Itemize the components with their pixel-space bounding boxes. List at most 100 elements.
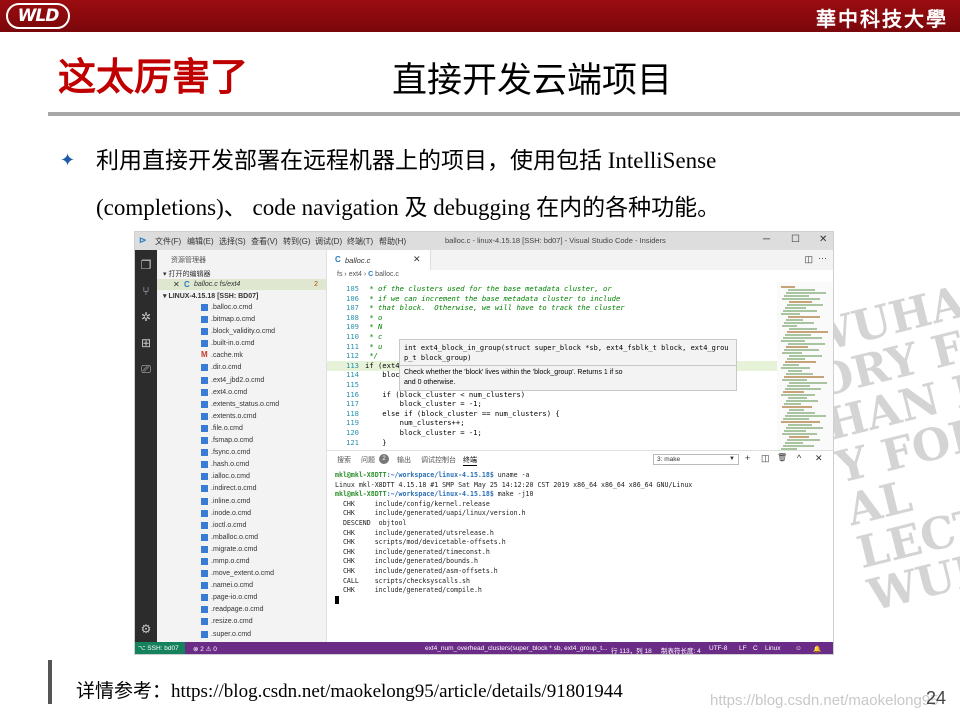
panel-tab-terminal[interactable]: 终端 xyxy=(463,455,477,466)
file-tree-item[interactable]: .extents_status.o.cmd xyxy=(157,399,326,411)
split-terminal-icon[interactable]: ◫ xyxy=(761,453,770,464)
file-icon xyxy=(201,570,208,578)
minimap[interactable] xyxy=(777,282,833,450)
file-tree-item[interactable]: .migrate.o.cmd xyxy=(157,544,326,556)
terminal-text: make -j10 xyxy=(493,490,534,499)
file-tree-item[interactable]: .built-in.o.cmd xyxy=(157,338,326,350)
file-tree-item[interactable]: .block_validity.o.cmd xyxy=(157,326,326,338)
file-tree-item[interactable]: .fsmap.o.cmd xyxy=(157,435,326,447)
menu-edit[interactable]: 编辑(E) xyxy=(187,236,214,247)
source-control-icon[interactable]: ⑂ xyxy=(139,284,153,298)
encoding[interactable]: UTF-8 xyxy=(709,645,727,652)
maximize-panel-icon[interactable]: ^ xyxy=(797,453,801,463)
file-tree-item[interactable]: .page-io.o.cmd xyxy=(157,592,326,604)
remote-explorer-icon[interactable]: ⎚ xyxy=(139,362,153,376)
extensions-icon[interactable]: ⊞ xyxy=(139,336,153,350)
close-window-button[interactable]: ✕ xyxy=(819,234,827,245)
file-tree-item[interactable]: .ext4.o.cmd xyxy=(157,387,326,399)
minimap-line xyxy=(787,331,828,333)
panel-tab-output[interactable]: 输出 xyxy=(397,455,411,465)
tab-balloc-c[interactable]: C balloc.c ✕ xyxy=(327,250,431,270)
cursor-position[interactable]: 行 113，列 18 xyxy=(611,645,652,654)
file-tree-item[interactable]: .hash.o.cmd xyxy=(157,459,326,471)
file-tree-item[interactable]: .inode.o.cmd xyxy=(157,508,326,520)
breadcrumb-file[interactable]: balloc.c xyxy=(375,271,399,278)
language-mode[interactable]: C xyxy=(753,645,758,652)
file-tree-item[interactable]: .bitmap.o.cmd xyxy=(157,314,326,326)
open-editors-header[interactable]: ▾ 打开的编辑器 xyxy=(163,269,210,279)
minimap-line xyxy=(788,370,802,372)
code-editor[interactable]: 105 * of the clusters used for the base … xyxy=(327,282,777,450)
file-name: .mballoc.o.cmd xyxy=(211,533,259,541)
panel-tab-debug-console[interactable]: 调试控制台 xyxy=(421,455,456,465)
menu-go[interactable]: 转到(G) xyxy=(283,236,311,247)
tab-size[interactable]: 制表符长度: 4 xyxy=(661,645,701,654)
menu-terminal[interactable]: 终端(T) xyxy=(347,236,373,247)
file-tree-item[interactable]: M .cache.mk xyxy=(157,350,326,362)
terminal-select[interactable]: 3: make ▼ xyxy=(653,454,739,465)
file-tree-item[interactable]: .balloc.o.cmd xyxy=(157,302,326,314)
menu-view[interactable]: 查看(V) xyxy=(251,236,278,247)
settings-gear-icon[interactable]: ⚙ xyxy=(139,622,153,636)
file-icon xyxy=(201,606,208,614)
menu-selection[interactable]: 选择(S) xyxy=(219,236,246,247)
files-icon[interactable]: ❐ xyxy=(139,258,153,272)
file-tree-item[interactable]: .namei.o.cmd xyxy=(157,580,326,592)
remote-indicator[interactable]: ⌥ SSH: bd07 xyxy=(135,642,185,654)
open-editor-item[interactable]: ✕ C balloc.c fs/ext4 2 xyxy=(157,279,326,290)
file-name: .ext4_jbd2.o.cmd xyxy=(211,376,265,384)
file-tree-item[interactable]: .fsync.o.cmd xyxy=(157,447,326,459)
debug-icon[interactable]: ✲ xyxy=(139,310,153,324)
file-icon xyxy=(201,437,208,445)
breadcrumb-folder-ext4[interactable]: ext4 xyxy=(349,271,362,278)
file-tree-item[interactable]: .ioctl.o.cmd xyxy=(157,520,326,532)
file-tree-item[interactable]: .indirect.o.cmd xyxy=(157,483,326,495)
split-editor-icon[interactable]: ◫ xyxy=(804,254,813,265)
menu-help[interactable]: 帮助(H) xyxy=(379,236,406,247)
file-tree-item[interactable]: .mmp.o.cmd xyxy=(157,556,326,568)
file-icon xyxy=(201,388,208,396)
new-terminal-icon[interactable]: + xyxy=(745,453,750,463)
reference-link[interactable]: 详情参考：https://blog.csdn.net/maokelong95/a… xyxy=(76,676,623,703)
trash-icon[interactable]: 🗑 xyxy=(777,453,787,462)
terminal-output[interactable]: mkl@mkl-X8DTT:~/workspace/linux-4.15.18$… xyxy=(335,471,830,605)
panel-tab-problems[interactable]: 问题 xyxy=(361,455,375,465)
bullet-text-line-1: 利用直接开发部署在远程机器上的项目，使用包括 IntelliSense xyxy=(96,148,717,173)
problems-status[interactable]: ⊗ 2 ⚠ 0 xyxy=(193,645,217,653)
tab-close-icon[interactable]: ✕ xyxy=(413,254,421,265)
minimize-button[interactable]: ─ xyxy=(763,234,770,245)
minimap-line xyxy=(785,361,816,363)
maximize-button[interactable]: ☐ xyxy=(791,234,800,245)
breadcrumb: fs › ext4 › C balloc.c xyxy=(337,271,399,278)
panel-tab-search[interactable]: 搜索 xyxy=(337,455,351,465)
project-folder-header[interactable]: ▾ LINUX-4.15.18 [SSH: BD07] xyxy=(163,292,258,300)
feedback-icon[interactable]: ☺ xyxy=(795,645,802,652)
menu-debug[interactable]: 调试(D) xyxy=(315,236,342,247)
file-name: .migrate.o.cmd xyxy=(211,545,258,553)
bullet-icon: ✦ xyxy=(60,150,76,170)
minimap-line xyxy=(785,334,811,336)
minimap-line xyxy=(781,394,815,396)
file-tree-item[interactable]: .ialloc.o.cmd xyxy=(157,471,326,483)
file-tree-item[interactable]: .file.o.cmd xyxy=(157,423,326,435)
file-tree-item[interactable]: .ext4_jbd2.o.cmd xyxy=(157,375,326,387)
file-tree-item[interactable]: .resize.o.cmd xyxy=(157,616,326,628)
more-actions-icon[interactable]: ··· xyxy=(818,253,827,263)
breadcrumb-folder-fs[interactable]: fs xyxy=(337,271,342,278)
minimap-line xyxy=(782,352,802,354)
file-tree-item[interactable]: .super.o.cmd xyxy=(157,629,326,641)
minimap-line xyxy=(782,298,820,300)
file-tree-item[interactable]: .readpage.o.cmd xyxy=(157,604,326,616)
code-text: * u xyxy=(365,341,383,351)
file-tree-item[interactable]: .move_extent.o.cmd xyxy=(157,568,326,580)
file-tree-item[interactable]: .extents.o.cmd xyxy=(157,411,326,423)
close-icon[interactable]: ✕ xyxy=(173,280,180,289)
file-tree-item[interactable]: .mballoc.o.cmd xyxy=(157,532,326,544)
eol[interactable]: LF xyxy=(739,645,747,652)
file-tree-item[interactable]: .inline.o.cmd xyxy=(157,496,326,508)
file-tree-item[interactable]: .dir.o.cmd xyxy=(157,362,326,374)
minimap-line xyxy=(785,442,803,444)
menu-file[interactable]: 文件(F) xyxy=(155,236,181,247)
bell-icon[interactable]: 🔔 xyxy=(813,645,821,653)
close-panel-icon[interactable]: ✕ xyxy=(815,453,823,464)
